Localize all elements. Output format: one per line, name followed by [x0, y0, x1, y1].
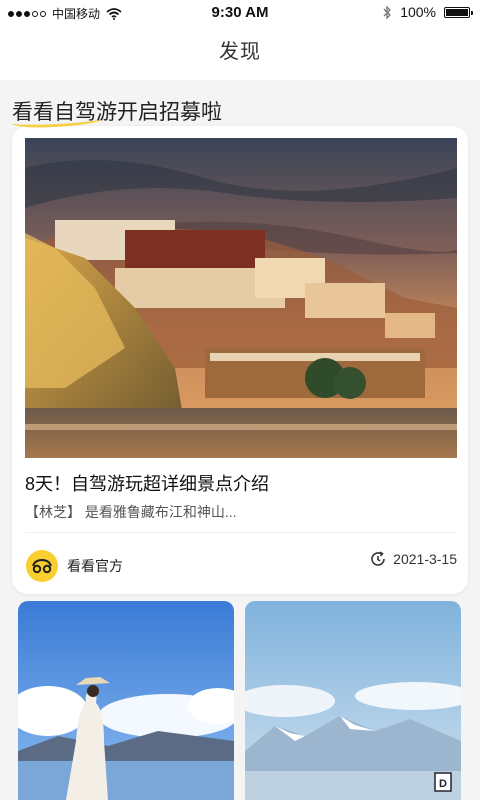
thumbnail-card-left[interactable]	[18, 601, 234, 800]
battery-icon	[444, 6, 473, 18]
date-text: 2021-3-15	[393, 551, 457, 567]
thumbnail-card-right[interactable]: D	[245, 601, 461, 800]
feature-title[interactable]: 8天！自驾游玩超详细景点介绍	[25, 470, 269, 496]
feature-description: 【林芝】 是看雅鲁藏布江和神山...	[25, 504, 237, 520]
feature-card[interactable]: 8天！自驾游玩超详细景点介绍 【林芝】 是看雅鲁藏布江和神山... 看看官方 2…	[12, 126, 468, 594]
divider	[25, 532, 456, 533]
battery-level-fill	[446, 8, 468, 16]
nav-bar: 发现	[0, 26, 480, 80]
car-logo-icon	[32, 558, 52, 574]
svg-text:D: D	[439, 778, 447, 790]
page-title: 发现	[219, 41, 261, 63]
section-title: 看看自驾游开启招募啦	[12, 101, 222, 124]
post-date: 2021-3-15	[369, 550, 457, 568]
battery-label: 100%	[400, 4, 436, 20]
bluetooth-icon	[383, 4, 392, 20]
feature-image[interactable]	[25, 138, 457, 458]
status-bar: 中国移动 9:30 AM 100%	[0, 0, 480, 26]
section-header: 看看自驾游开启招募啦	[11, 96, 222, 129]
status-right: 100%	[382, 4, 473, 20]
author-avatar[interactable]	[26, 550, 58, 582]
refresh-clock-icon	[371, 551, 385, 566]
author-name[interactable]: 看看官方	[67, 556, 123, 576]
